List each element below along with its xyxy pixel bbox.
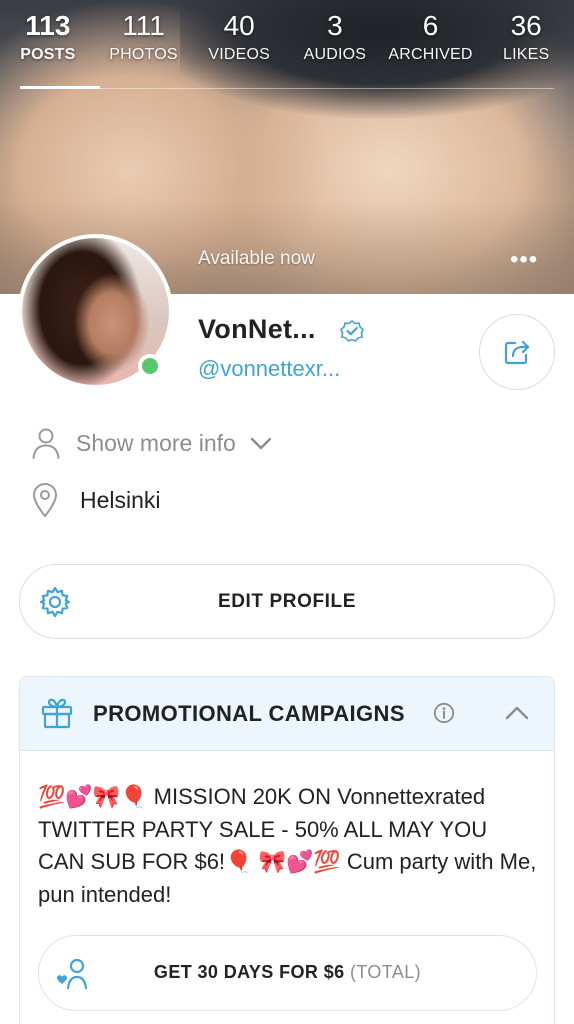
person-icon (32, 428, 60, 459)
location-pin-icon (32, 483, 58, 518)
location-row: Helsinki (30, 482, 161, 518)
tab-label: POSTS (20, 46, 76, 63)
chevron-down-icon (250, 437, 272, 450)
show-more-info[interactable]: Show more info (30, 426, 274, 460)
subscribe-offer-label: GET 30 DAYS FOR $6 (TOTAL) (39, 962, 536, 983)
online-status-dot (138, 354, 162, 378)
tab-videos[interactable]: 40 VIDEOS (191, 8, 287, 90)
tab-archived[interactable]: 6 ARCHIVED (383, 8, 479, 90)
share-button[interactable] (479, 314, 555, 390)
more-options-icon[interactable]: ••• (510, 248, 538, 272)
share-icon (504, 340, 530, 365)
active-tab-indicator (20, 86, 100, 89)
stats-tabs: 113 POSTS 111 PHOTOS 40 VIDEOS 3 AUDIOS … (0, 8, 574, 90)
offer-text: GET 30 DAYS FOR $6 (153, 962, 345, 982)
tab-label: PHOTOS (109, 46, 178, 63)
gift-icon (41, 698, 73, 729)
check-badge-icon (340, 320, 364, 342)
chevron-up-icon (505, 706, 529, 720)
tab-likes[interactable]: 36 LIKES (478, 8, 574, 90)
edit-profile-button[interactable]: EDIT PROFILE (19, 564, 555, 639)
promo-title: PROMOTIONAL CAMPAIGNS (93, 701, 405, 726)
tabs-divider (20, 88, 554, 89)
tab-label: AUDIOS (303, 46, 367, 63)
tab-audios[interactable]: 3 AUDIOS (287, 8, 383, 90)
tab-count: 111 (122, 10, 165, 41)
tab-label: ARCHIVED (388, 46, 473, 63)
tab-count: 113 (25, 10, 71, 41)
info-icon[interactable] (433, 702, 455, 724)
edit-profile-label: EDIT PROFILE (217, 591, 357, 612)
tab-label: VIDEOS (208, 46, 271, 63)
tab-count: 3 (327, 10, 343, 41)
promo-card-header[interactable]: PROMOTIONAL CAMPAIGNS (20, 677, 554, 751)
tab-count: 6 (422, 10, 439, 41)
username[interactable]: @vonnettexr... (198, 356, 340, 382)
location-label: Helsinki (80, 486, 161, 513)
tab-label: LIKES (503, 46, 550, 63)
promo-description: 💯💕🎀🎈 MISSION 20K ON Vonnettexrated TWITT… (38, 784, 537, 907)
display-name: VonNet... (198, 314, 316, 344)
offer-sub-text: (TOTAL) (349, 962, 422, 982)
tab-posts[interactable]: 113 POSTS (0, 8, 96, 90)
tab-count: 40 (223, 10, 255, 41)
show-more-info-label: Show more info (76, 429, 236, 456)
tab-photos[interactable]: 111 PHOTOS (96, 8, 192, 90)
tab-count: 36 (510, 10, 542, 41)
availability-status: Available now (198, 248, 315, 269)
promotional-campaigns-card: PROMOTIONAL CAMPAIGNS 💯💕🎀🎈 MISSION 20K O… (19, 676, 555, 1024)
subscribe-offer-button[interactable]: GET 30 DAYS FOR $6 (TOTAL) (38, 935, 537, 1011)
